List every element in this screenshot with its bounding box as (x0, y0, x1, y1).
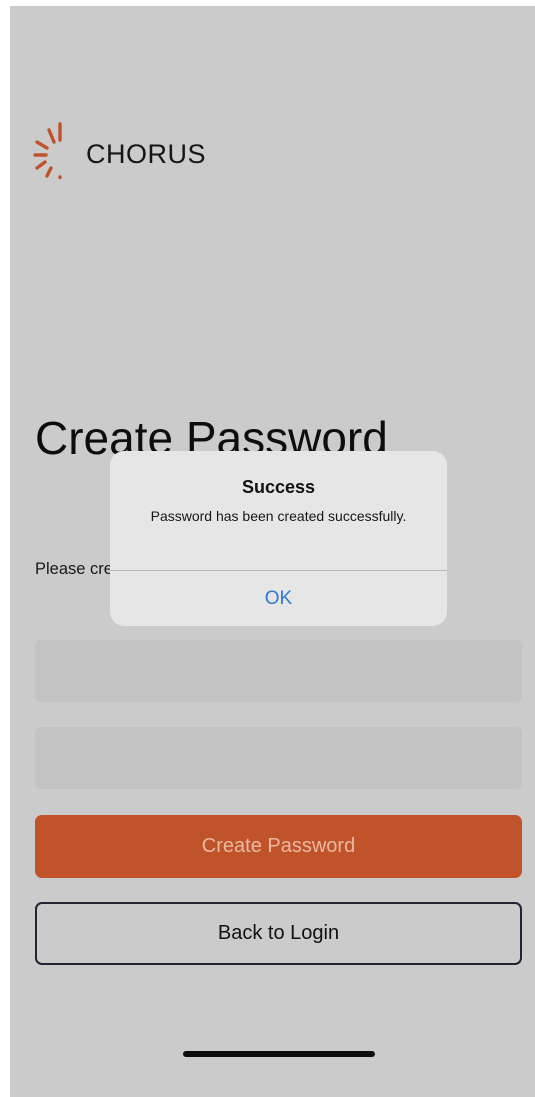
alert-ok-button[interactable]: OK (110, 571, 447, 626)
home-indicator[interactable] (183, 1051, 375, 1057)
alert-message: Password has been created successfully. (150, 508, 407, 524)
alert-title: Success (241, 477, 316, 497)
app-screen: CHORUS Create Password Please create a p… (10, 6, 535, 1097)
success-alert-dialog: Success Password has been created succes… (110, 451, 447, 626)
